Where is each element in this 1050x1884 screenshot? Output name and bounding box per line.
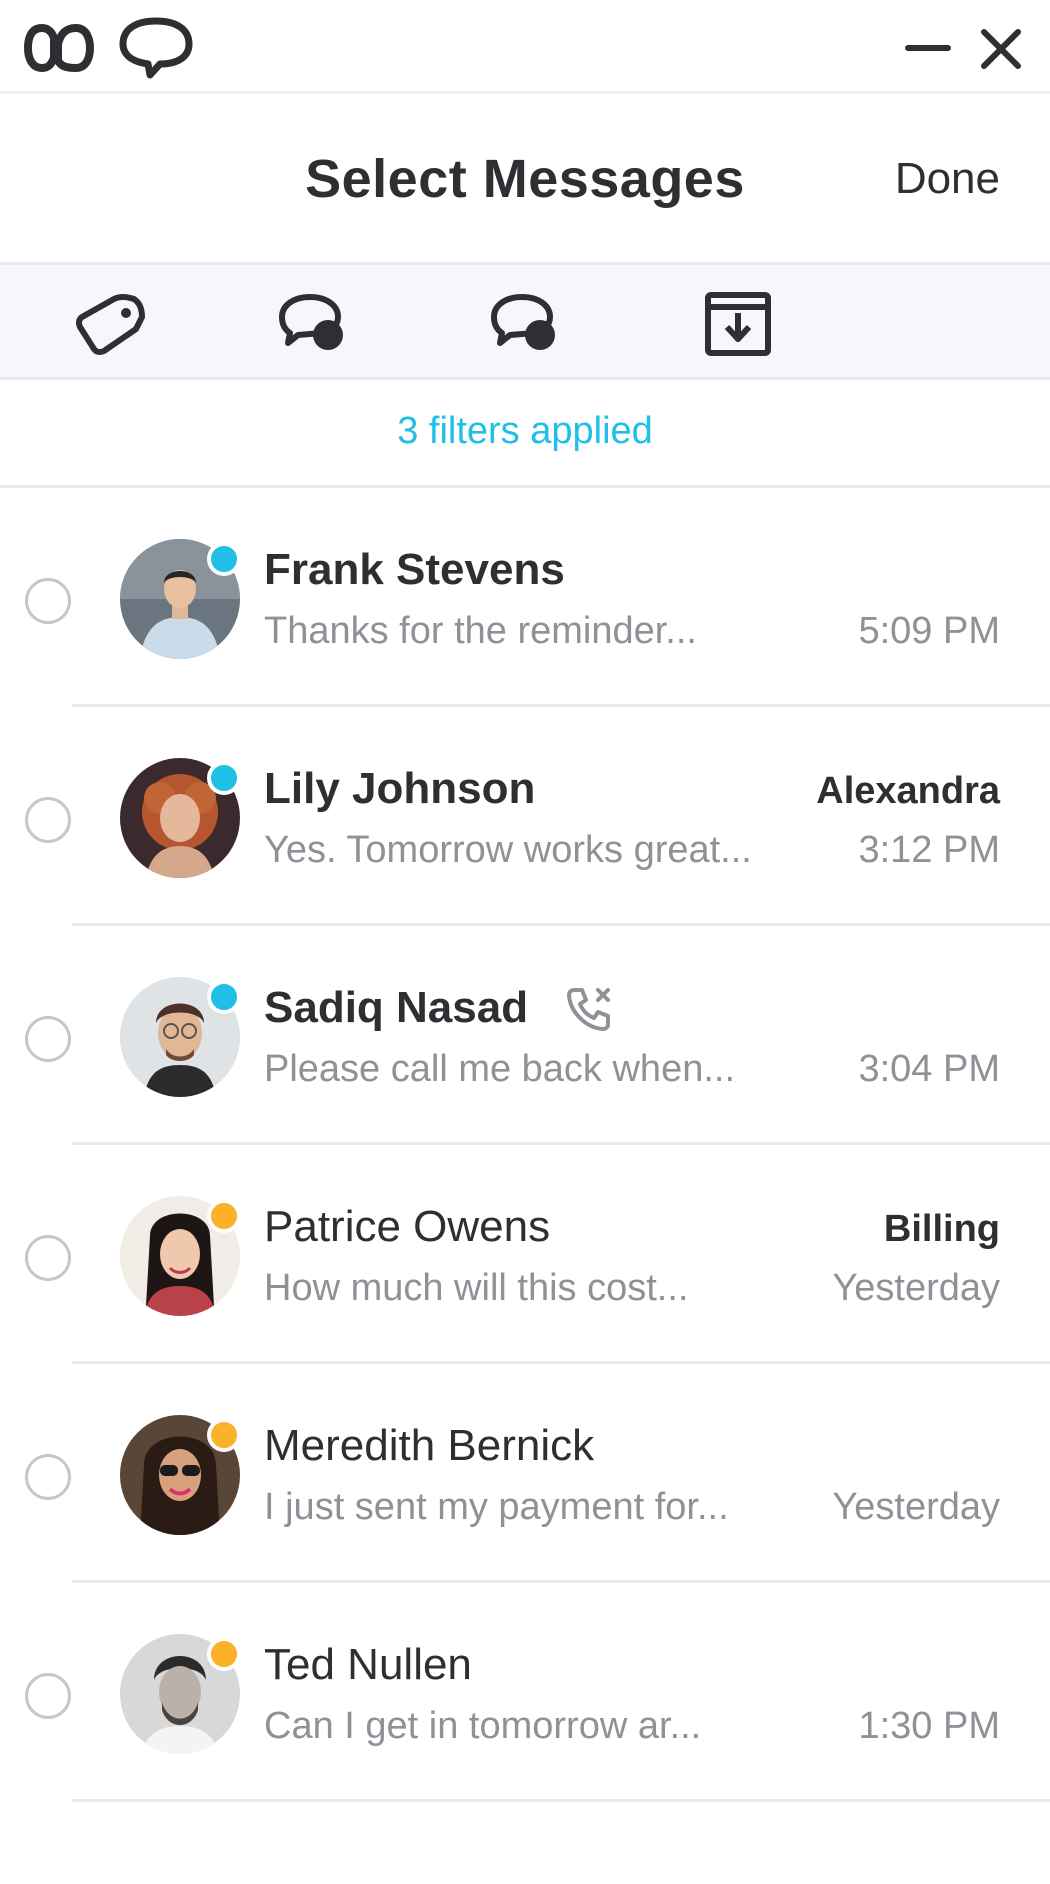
contact-name: Meredith Bernick	[264, 1421, 595, 1470]
contact-name: Ted Nullen	[264, 1640, 472, 1689]
conversation-list: Frank Stevens Thanks for the reminder...…	[0, 488, 1050, 1802]
status-away-dot	[207, 1637, 241, 1671]
missed-call-icon	[567, 988, 610, 1031]
mark-read-button[interactable]	[488, 289, 564, 359]
contact-name: Patrice Owens	[264, 1202, 551, 1251]
message-preview: Please call me back when...	[264, 1048, 736, 1090]
assignee-label: Billing	[883, 1208, 1000, 1250]
message-time: 3:04 PM	[858, 1048, 1000, 1090]
conversation-row[interactable]: Lily Johnson Alexandra Yes. Tomorrow wor…	[0, 707, 1050, 926]
app-logo-icon	[24, 23, 94, 73]
status-online-dot	[207, 542, 241, 576]
mark-unread-button[interactable]	[276, 289, 352, 359]
message-preview: I just sent my payment for...	[264, 1486, 729, 1528]
contact-name: Frank Stevens	[264, 545, 565, 594]
message-time: 1:30 PM	[858, 1705, 1000, 1747]
contact-name: Lily Johnson	[264, 764, 536, 813]
filter-bar: 3 filters applied	[0, 380, 1050, 488]
page-title: Select Messages	[305, 149, 745, 209]
message-preview: Thanks for the reminder...	[264, 610, 697, 652]
tag-icon	[75, 294, 145, 356]
conversation-row[interactable]: Frank Stevens Thanks for the reminder...…	[0, 488, 1050, 707]
chat-bubble-icon[interactable]	[118, 16, 194, 80]
tag-button[interactable]	[74, 289, 150, 359]
bulk-action-toolbar	[0, 262, 1050, 380]
select-checkbox[interactable]	[25, 1016, 71, 1062]
select-checkbox[interactable]	[25, 1235, 71, 1281]
conversation-row[interactable]: Meredith Bernick I just sent my payment …	[0, 1364, 1050, 1583]
message-time: Yesterday	[832, 1486, 1000, 1528]
window-titlebar	[0, 0, 1050, 94]
row-divider	[72, 1799, 1050, 1802]
archive-button[interactable]	[700, 289, 776, 359]
assignee-label: Alexandra	[816, 770, 1000, 812]
minimize-icon[interactable]	[904, 30, 952, 66]
status-away-dot	[207, 1199, 241, 1233]
contact-name: Sadiq Nasad	[264, 983, 529, 1032]
status-online-dot	[207, 980, 241, 1014]
archive-icon	[705, 292, 771, 356]
select-checkbox[interactable]	[25, 1454, 71, 1500]
done-button[interactable]: Done	[895, 154, 1000, 204]
message-preview: How much will this cost...	[264, 1267, 689, 1309]
status-away-dot	[207, 1418, 241, 1452]
message-time: 5:09 PM	[858, 610, 1000, 652]
close-icon[interactable]	[976, 24, 1026, 74]
message-preview: Yes. Tomorrow works great...	[264, 829, 752, 871]
page-header: Select Messages Done	[0, 94, 1050, 262]
mark-read-icon	[491, 294, 555, 350]
status-online-dot	[207, 761, 241, 795]
mark-unread-icon	[279, 294, 343, 350]
message-time: Yesterday	[832, 1267, 1000, 1309]
select-checkbox[interactable]	[25, 797, 71, 843]
conversation-row[interactable]: Ted Nullen Can I get in tomorrow ar... 1…	[0, 1583, 1050, 1802]
message-time: 3:12 PM	[858, 829, 1000, 871]
select-checkbox[interactable]	[25, 1673, 71, 1719]
conversation-row[interactable]: Sadiq Nasad Please call me back when... …	[0, 926, 1050, 1145]
message-preview: Can I get in tomorrow ar...	[264, 1705, 702, 1747]
select-checkbox[interactable]	[25, 578, 71, 624]
filters-applied-link[interactable]: 3 filters applied	[397, 410, 653, 453]
conversation-row[interactable]: Patrice Owens Billing How much will this…	[0, 1145, 1050, 1364]
